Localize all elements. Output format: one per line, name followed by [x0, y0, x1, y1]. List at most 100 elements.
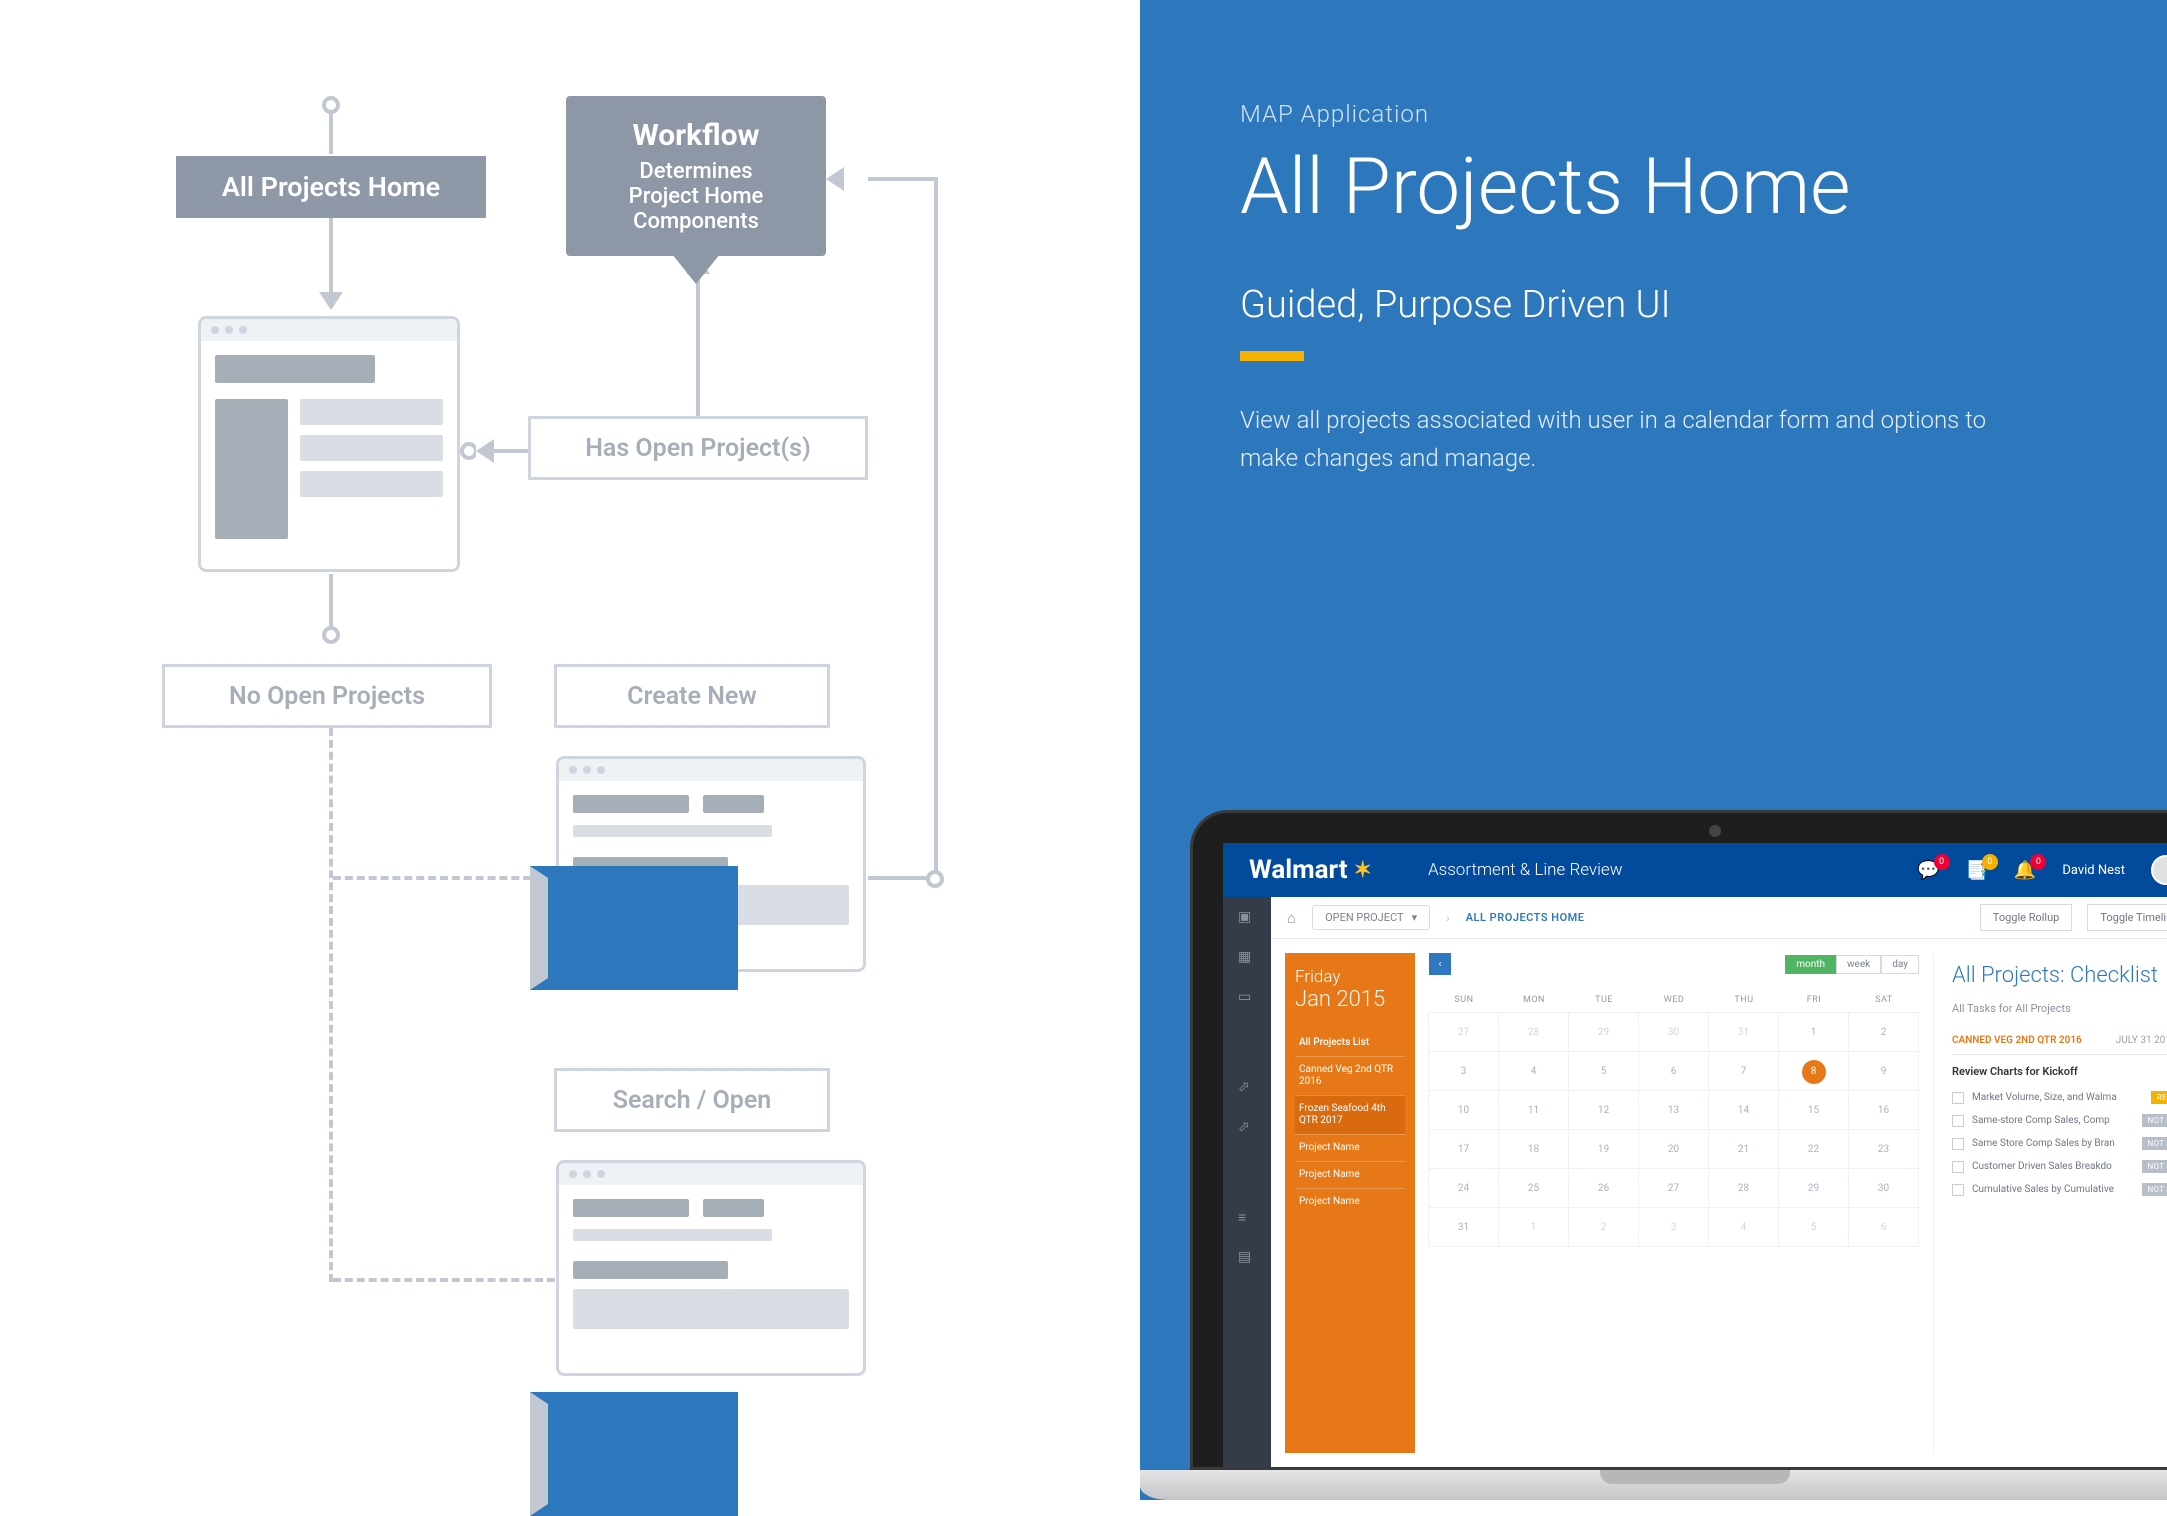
connector	[696, 270, 700, 416]
view-month-button[interactable]: month	[1785, 955, 1836, 974]
cal-cell[interactable]: 31	[1708, 1012, 1779, 1052]
bell-icon[interactable]: 🔔0	[2014, 860, 2036, 881]
user-name[interactable]: David Nest	[2062, 863, 2125, 878]
cal-cell[interactable]: 4	[1708, 1207, 1779, 1247]
cal-cell[interactable]: 31	[1428, 1207, 1499, 1247]
cal-cell[interactable]: 12	[1568, 1090, 1639, 1130]
connector	[329, 112, 333, 154]
cal-cell[interactable]: 5	[1568, 1051, 1639, 1091]
toggle-timeline-button[interactable]: Toggle Timeline	[2087, 904, 2167, 931]
cal-cell[interactable]: 6	[1848, 1207, 1919, 1247]
camera-dot	[1709, 825, 1721, 837]
nav-calendar-icon[interactable]: ▭	[1238, 989, 1256, 1007]
cal-cell[interactable]: 23	[1848, 1129, 1919, 1169]
hero-subtitle: Guided, Purpose Driven UI	[1240, 283, 2077, 327]
cal-cell[interactable]: 28	[1708, 1168, 1779, 1208]
workflow-subtitle: Determines Project Home Components	[602, 159, 790, 234]
node-workflow: Workflow Determines Project Home Compone…	[566, 96, 826, 256]
view-day-button[interactable]: day	[1881, 955, 1919, 974]
cal-cell[interactable]: 15	[1778, 1090, 1849, 1130]
hero-title: All Projects Home	[1240, 142, 2077, 233]
cal-cell[interactable]: 30	[1848, 1168, 1919, 1208]
cal-cell[interactable]: 28	[1498, 1012, 1569, 1052]
cal-cell[interactable]: 11	[1498, 1090, 1569, 1130]
cal-cell[interactable]: 14	[1708, 1090, 1779, 1130]
nav-chart-icon[interactable]: ⬀	[1238, 1079, 1256, 1097]
cal-cell[interactable]: 3	[1428, 1051, 1499, 1091]
checklist-item[interactable]: Same Store Comp Sales by BranNOT STAR	[1952, 1132, 2167, 1155]
checklist-item[interactable]: Market Volume, Size, and WalmaREVIEW	[1952, 1086, 2167, 1109]
cal-cell[interactable]: 7	[1708, 1051, 1779, 1091]
connector	[329, 218, 333, 294]
view-week-button[interactable]: week	[1836, 955, 1881, 974]
nav-chart2-icon[interactable]: ⬀	[1238, 1119, 1256, 1137]
cal-cell[interactable]: 21	[1708, 1129, 1779, 1169]
nav-list-icon[interactable]: ≡	[1238, 1209, 1256, 1227]
laptop-base	[1140, 1470, 2167, 1500]
cal-cell[interactable]: 19	[1568, 1129, 1639, 1169]
cal-cell[interactable]: 3	[1638, 1207, 1709, 1247]
checklist-subtitle: All Tasks for All Projects	[1952, 1002, 2167, 1015]
project-list-item[interactable]: Project Name	[1295, 1188, 1405, 1215]
cal-cell[interactable]: 1	[1498, 1207, 1569, 1247]
checklist-item[interactable]: Cumulative Sales by CumulativeNOT STAR	[1952, 1178, 2167, 1201]
project-list-item[interactable]: Project Name	[1295, 1134, 1405, 1161]
checklist-text: Same Store Comp Sales by Bran	[1972, 1138, 2134, 1149]
cal-cell[interactable]: 4	[1498, 1051, 1569, 1091]
cal-cell[interactable]: 9	[1848, 1051, 1919, 1091]
home-icon[interactable]: ⌂	[1287, 909, 1296, 927]
cal-cell[interactable]: 27	[1428, 1012, 1499, 1052]
cal-cell[interactable]: 25	[1498, 1168, 1569, 1208]
checkbox[interactable]	[1952, 1092, 1964, 1104]
breadcrumb-sep: ›	[1446, 911, 1450, 925]
cal-cell[interactable]: 22	[1778, 1129, 1849, 1169]
cal-cell[interactable]: 1	[1778, 1012, 1849, 1052]
cal-cell[interactable]: 24	[1428, 1168, 1499, 1208]
project-list-item[interactable]: Project Name	[1295, 1161, 1405, 1188]
cal-cell[interactable]: 26	[1568, 1168, 1639, 1208]
toggle-rollup-button[interactable]: Toggle Rollup	[1980, 904, 2073, 931]
cal-cell[interactable]: 2	[1848, 1012, 1919, 1052]
checkbox[interactable]	[1952, 1161, 1964, 1173]
cal-cell[interactable]: 16	[1848, 1090, 1919, 1130]
cal-cell[interactable]: 6	[1638, 1051, 1709, 1091]
inbox-icon[interactable]: 📑0	[1966, 860, 1988, 881]
calendar: ‹ month week day SUNMONTUEWEDTHUFRISAT27…	[1429, 953, 1919, 1453]
project-list-item[interactable]: All Projects List	[1295, 1030, 1405, 1056]
bell-badge: 0	[2030, 854, 2046, 870]
cal-cell[interactable]: 29	[1778, 1168, 1849, 1208]
checklist-text: Market Volume, Size, and Walma	[1972, 1092, 2143, 1103]
brand-text: Walmart	[1249, 855, 1348, 885]
checkbox[interactable]	[1952, 1138, 1964, 1150]
checklist-item[interactable]: Same-store Comp Sales, CompNOT STAR	[1952, 1109, 2167, 1132]
nav-grid-icon[interactable]: ▦	[1238, 949, 1256, 967]
brand-logo: Walmart ✶	[1249, 855, 1372, 885]
cal-cell[interactable]: 29	[1568, 1012, 1639, 1052]
open-project-dropdown[interactable]: OPEN PROJECT ▾	[1312, 905, 1430, 930]
cal-prev-button[interactable]: ‹	[1429, 953, 1451, 975]
cal-cell[interactable]: 30	[1638, 1012, 1709, 1052]
checklist-panel: ⚙ All Projects: Checklist All Tasks for …	[1933, 953, 2167, 1453]
status-tag: NOT STAR	[2142, 1183, 2167, 1196]
cal-cell[interactable]: 5	[1778, 1207, 1849, 1247]
checkbox[interactable]	[1952, 1184, 1964, 1196]
project-list-item[interactable]: Frozen Seafood 4th QTR 2017	[1295, 1095, 1405, 1134]
cal-cell[interactable]: 8	[1778, 1051, 1849, 1091]
cal-cell[interactable]: 2	[1568, 1207, 1639, 1247]
checkbox[interactable]	[1952, 1115, 1964, 1127]
nav-briefcase-icon[interactable]: ▣	[1238, 909, 1256, 927]
checklist-item[interactable]: Customer Driven Sales BreakdoNOT STAR	[1952, 1155, 2167, 1178]
chat-icon[interactable]: 💬0	[1917, 860, 1939, 881]
app-header: Walmart ✶ Assortment & Line Review 💬0 📑0…	[1223, 843, 2167, 897]
project-list-item[interactable]: Canned Veg 2nd QTR 2016	[1295, 1056, 1405, 1095]
cal-cell[interactable]: 10	[1428, 1090, 1499, 1130]
cal-cell[interactable]: 20	[1638, 1129, 1709, 1169]
status-tag: NOT STAR	[2142, 1160, 2167, 1173]
avatar[interactable]	[2151, 855, 2167, 885]
walmart-spark-icon: ✶	[1354, 858, 1372, 883]
nav-table-icon[interactable]: ▤	[1238, 1249, 1256, 1267]
cal-cell[interactable]: 27	[1638, 1168, 1709, 1208]
cal-cell[interactable]: 13	[1638, 1090, 1709, 1130]
cal-cell[interactable]: 17	[1428, 1129, 1499, 1169]
cal-cell[interactable]: 18	[1498, 1129, 1569, 1169]
